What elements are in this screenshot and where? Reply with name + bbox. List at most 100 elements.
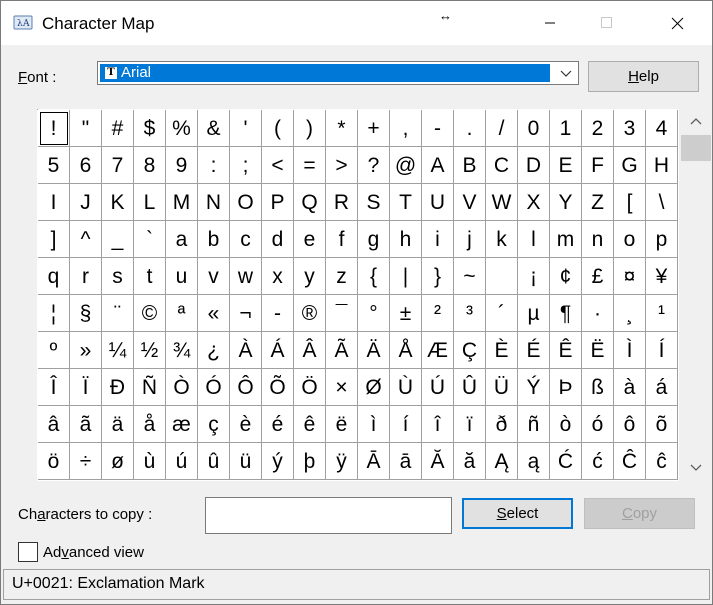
character-cell[interactable]: ö — [38, 443, 70, 480]
character-cell[interactable]: , — [390, 110, 422, 147]
character-cell[interactable]: ° — [358, 295, 390, 332]
character-cell[interactable]: e — [294, 221, 326, 258]
character-cell[interactable]: ì — [358, 406, 390, 443]
character-cell[interactable]: a — [166, 221, 198, 258]
character-cell[interactable]: Ñ — [134, 369, 166, 406]
character-cell[interactable]: X — [518, 184, 550, 221]
character-cell[interactable]: J — [70, 184, 102, 221]
character-cell[interactable]: M — [166, 184, 198, 221]
character-cell[interactable]: B — [454, 147, 486, 184]
character-cell[interactable]: ¼ — [102, 332, 134, 369]
character-cell[interactable]: ¹ — [646, 295, 678, 332]
chevron-down-icon[interactable] — [558, 66, 574, 80]
scroll-thumb[interactable] — [681, 135, 711, 161]
character-cell[interactable]: ÿ — [326, 443, 358, 480]
scroll-up-icon[interactable] — [681, 109, 711, 135]
character-cell[interactable]: ¤ — [614, 258, 646, 295]
character-cell[interactable]: I — [38, 184, 70, 221]
character-cell[interactable]: * — [326, 110, 358, 147]
character-cell[interactable]: 6 — [70, 147, 102, 184]
character-cell[interactable]: / — [486, 110, 518, 147]
character-cell[interactable]: v — [198, 258, 230, 295]
character-cell[interactable]: } — [422, 258, 454, 295]
character-cell[interactable]: ½ — [134, 332, 166, 369]
title-bar[interactable]: λ A Character Map ↔ — [1, 1, 712, 45]
character-cell[interactable]: 7 — [102, 147, 134, 184]
character-cell[interactable]: [ — [614, 184, 646, 221]
character-cell[interactable]: à — [614, 369, 646, 406]
character-cell[interactable]: E — [550, 147, 582, 184]
character-cell[interactable]: ¨ — [102, 295, 134, 332]
character-cell[interactable]: P — [262, 184, 294, 221]
character-cell[interactable]: i — [422, 221, 454, 258]
character-cell[interactable]: n — [582, 221, 614, 258]
character-cell[interactable]: ó — [582, 406, 614, 443]
character-cell[interactable]: ? — [358, 147, 390, 184]
character-cell[interactable]: w — [230, 258, 262, 295]
character-grid[interactable]: ! " # $% & '() * +, -./0 1 2 3 4 5 6 7 8 9:; < = >? @ A B C D E F G H… — [37, 109, 679, 481]
character-cell[interactable]: Q — [294, 184, 326, 221]
character-cell[interactable]: ú — [166, 443, 198, 480]
character-cell[interactable]: - — [262, 295, 294, 332]
character-cell[interactable]: t — [134, 258, 166, 295]
character-cell[interactable]: Ì — [614, 332, 646, 369]
character-cell[interactable]: ) — [294, 110, 326, 147]
character-cell[interactable]: ê — [294, 406, 326, 443]
character-cell[interactable]: W — [486, 184, 518, 221]
character-cell[interactable]: Í — [646, 332, 678, 369]
character-cell[interactable]: ë — [326, 406, 358, 443]
character-cell[interactable]: í — [390, 406, 422, 443]
character-cell[interactable]: ï — [454, 406, 486, 443]
character-cell[interactable]: ( — [262, 110, 294, 147]
character-cell[interactable]: \ — [646, 184, 678, 221]
character-cell[interactable]: Ê — [550, 332, 582, 369]
character-cell[interactable]: » — [70, 332, 102, 369]
character-cell[interactable]: è — [230, 406, 262, 443]
character-cell[interactable]: r — [70, 258, 102, 295]
character-cell[interactable]: 4 — [646, 110, 678, 147]
character-cell[interactable]: ø — [102, 443, 134, 480]
character-cell[interactable]: ¥ — [646, 258, 678, 295]
character-cell[interactable]: 3 — [614, 110, 646, 147]
character-cell[interactable]: . — [454, 110, 486, 147]
character-cell[interactable]: @ — [390, 147, 422, 184]
character-cell[interactable]: ÷ — [70, 443, 102, 480]
character-cell[interactable]: G — [614, 147, 646, 184]
character-cell[interactable]: ¾ — [166, 332, 198, 369]
character-cell[interactable]: 2 — [582, 110, 614, 147]
character-cell[interactable]: Ĉ — [614, 443, 646, 480]
character-cell[interactable]: Ô — [230, 369, 262, 406]
character-cell[interactable]: Æ — [422, 332, 454, 369]
character-cell[interactable]: ä — [102, 406, 134, 443]
character-cell[interactable]: Ă — [422, 443, 454, 480]
character-cell[interactable]: É — [518, 332, 550, 369]
character-cell[interactable]: u — [166, 258, 198, 295]
character-cell[interactable]: N — [198, 184, 230, 221]
character-cell[interactable]: ý — [262, 443, 294, 480]
character-cell[interactable]: T — [390, 184, 422, 221]
character-cell[interactable]: ; — [230, 147, 262, 184]
character-cell[interactable]: Ú — [422, 369, 454, 406]
character-cell[interactable]: | — [390, 258, 422, 295]
character-cell[interactable]: K — [102, 184, 134, 221]
character-cell[interactable]: æ — [166, 406, 198, 443]
copy-button[interactable]: Copy — [584, 498, 695, 529]
character-cell[interactable]: Ą — [486, 443, 518, 480]
character-cell[interactable]: î — [422, 406, 454, 443]
character-cell[interactable]: Ø — [358, 369, 390, 406]
character-cell[interactable]: : — [198, 147, 230, 184]
character-cell[interactable]: ô — [614, 406, 646, 443]
character-cell[interactable]: k — [486, 221, 518, 258]
character-cell[interactable]: Õ — [262, 369, 294, 406]
character-cell[interactable]: l — [518, 221, 550, 258]
character-cell[interactable]: 0 — [518, 110, 550, 147]
character-cell[interactable]: % — [166, 110, 198, 147]
character-cell[interactable]: Î — [38, 369, 70, 406]
character-cell[interactable]: Y — [550, 184, 582, 221]
character-cell[interactable]: ~ — [454, 258, 486, 295]
select-button[interactable]: Select — [462, 498, 573, 529]
character-cell[interactable]: H — [646, 147, 678, 184]
character-cell[interactable]: Ö — [294, 369, 326, 406]
character-cell[interactable]: È — [486, 332, 518, 369]
character-cell[interactable]: Ð — [102, 369, 134, 406]
